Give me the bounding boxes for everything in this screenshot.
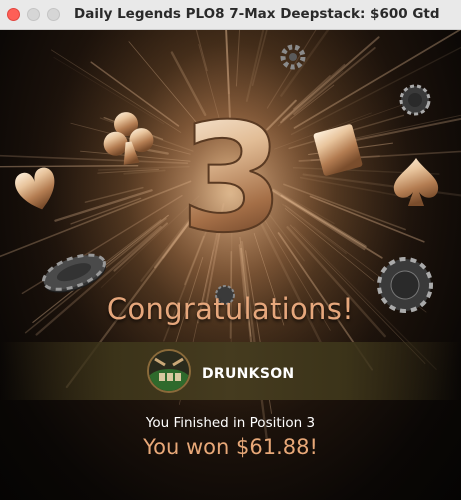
zoom-button[interactable] bbox=[47, 8, 60, 21]
title-bar: Daily Legends PLO8 7-Max Deepstack: $600… bbox=[0, 0, 461, 30]
window-title: Daily Legends PLO8 7-Max Deepstack: $600… bbox=[74, 6, 440, 22]
poker-chip-icon bbox=[399, 84, 431, 116]
finish-position-text: You Finished in Position 3 bbox=[145, 415, 316, 431]
spade-icon bbox=[393, 158, 439, 206]
club-icon bbox=[103, 112, 154, 165]
minimize-button[interactable] bbox=[27, 8, 40, 21]
diamond-icon bbox=[313, 124, 363, 176]
winnings-text: You won $61.88! bbox=[143, 435, 318, 459]
close-button[interactable] bbox=[7, 8, 20, 21]
heart-icon bbox=[15, 167, 55, 210]
avatar bbox=[147, 349, 191, 393]
gear-icon bbox=[280, 44, 306, 70]
position-number: 3 bbox=[180, 92, 284, 266]
tournament-result-window: Daily Legends PLO8 7-Max Deepstack: $600… bbox=[0, 0, 461, 500]
player-name: DRUNKSON bbox=[202, 366, 295, 382]
celebration-stage: 3 Congratulations! DRUNKSON You Finished… bbox=[0, 30, 461, 500]
congratulations-heading: Congratulations! bbox=[106, 292, 355, 326]
